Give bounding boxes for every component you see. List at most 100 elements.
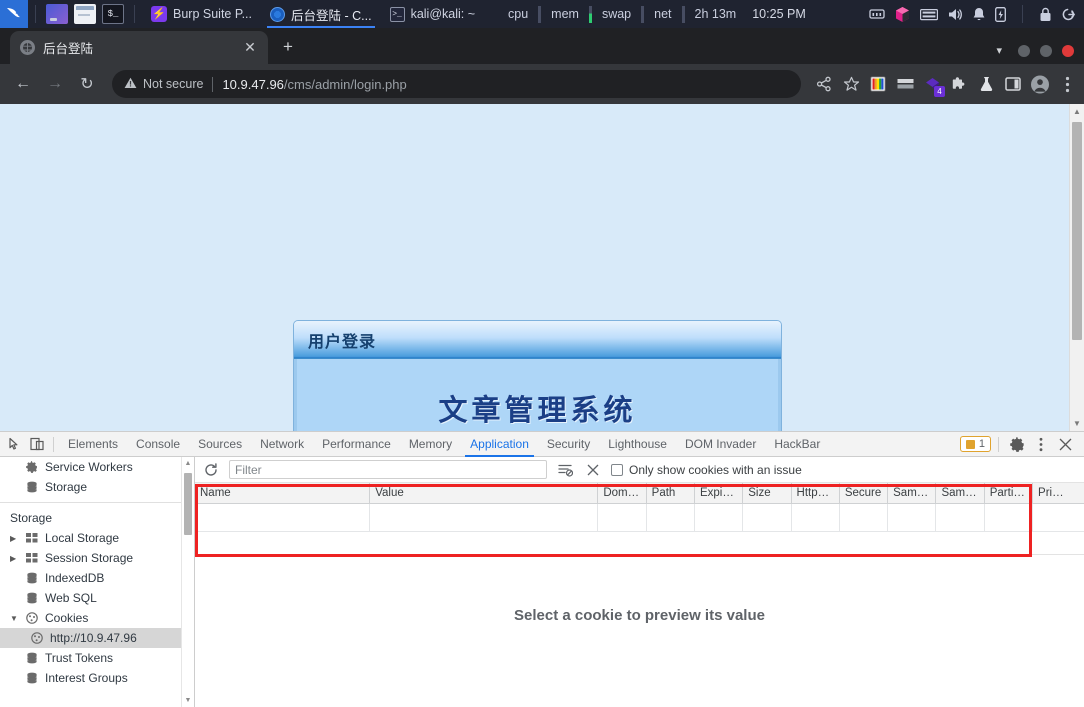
more-options-icon[interactable] [1030,434,1052,455]
database-icon [25,672,39,684]
sidebar-item-interest-groups[interactable]: Interest Groups [0,668,194,688]
scroll-up-arrow[interactable]: ▲ [182,457,194,470]
sidebar-item-cookie-origin[interactable]: http://10.9.47.96 [0,628,194,648]
flask-extension-icon[interactable] [977,75,995,93]
new-tab-button[interactable]: + [274,33,302,61]
sidebar-item-cookies[interactable]: ▼ Cookies [0,608,194,628]
security-text: Not secure [143,77,204,91]
column-header-size[interactable]: Size [742,483,792,504]
not-secure-indicator[interactable]: Not secure [124,77,203,92]
checkbox-icon[interactable] [611,463,623,476]
scroll-up-arrow[interactable]: ▲ [1070,104,1084,119]
column-header-expires[interactable]: Expi… [694,483,744,504]
puzzle-extension-icon[interactable] [950,75,968,93]
tab-network[interactable]: Network [251,432,313,457]
devtools-divider [53,436,54,452]
refresh-icon[interactable] [201,460,221,480]
warning-triangle-icon [124,77,137,92]
tab-security[interactable]: Security [538,432,599,457]
clear-filter-icon[interactable] [583,460,603,480]
colorpicker-extension-icon[interactable] [869,75,887,93]
column-header-value[interactable]: Value [369,483,599,504]
tab-lighthouse[interactable]: Lighthouse [599,432,676,457]
tab-sources[interactable]: Sources [189,432,251,457]
network-icon[interactable] [869,7,885,21]
sidebar-scrollbar[interactable]: ▲ ▼ [181,457,194,707]
kali-menu-button[interactable] [0,0,28,28]
scroll-thumb[interactable] [184,473,192,535]
maximize-button[interactable] [1040,44,1052,57]
taskbar-window-burp[interactable]: ⚡ Burp Suite P... [142,0,261,28]
kebab-menu-icon[interactable] [1058,75,1076,93]
battery-icon[interactable] [995,6,1006,22]
taskbar-window-chrome[interactable]: 后台登陆 - C... [261,0,381,28]
minimize-button[interactable] [1018,44,1030,57]
chevron-right-icon[interactable]: ▶ [10,554,19,563]
vpn-cube-icon[interactable] [894,6,911,23]
sidepanel-icon[interactable] [1004,75,1022,93]
scroll-down-arrow[interactable]: ▼ [182,694,194,707]
close-window-button[interactable] [1062,44,1074,57]
browser-tab[interactable]: 后台登陆 ✕ [10,31,268,64]
inspect-element-icon[interactable] [4,434,26,455]
only-show-issues-toggle[interactable]: Only show cookies with an issue [611,463,802,477]
volume-icon[interactable] [947,7,963,22]
column-header-name[interactable]: Name [195,483,371,504]
tab-hackbar[interactable]: HackBar [765,432,829,457]
delete-all-cookies-icon[interactable] [555,460,575,480]
column-header-samesite[interactable]: Sam… [887,483,937,504]
chevron-down-icon[interactable]: ▼ [10,614,19,623]
notification-bell-icon[interactable] [972,7,986,22]
sidebar-item-indexeddb[interactable]: IndexedDB [0,568,194,588]
column-header-httponly[interactable]: Http… [791,483,840,504]
sidebar-item-web-sql[interactable]: Web SQL [0,588,194,608]
sidebar-item-storage-top[interactable]: Storage [0,477,194,497]
wappalyzer-extension-icon[interactable] [896,75,914,93]
tab-elements[interactable]: Elements [59,432,127,457]
tab-console[interactable]: Console [127,432,189,457]
folder-icon[interactable] [74,4,96,24]
files-icon[interactable] [46,4,68,24]
tab-dom-invader[interactable]: DOM Invader [676,432,765,457]
toolbar-icons: 4 [811,75,1076,97]
sidebar-item-session-storage[interactable]: ▶ Session Storage [0,548,194,568]
sidebar-item-service-workers[interactable]: Service Workers [0,457,194,477]
back-button[interactable]: ← [8,69,38,99]
column-header-path[interactable]: Path [646,483,695,504]
chevron-down-icon[interactable]: ▾ [996,44,1002,57]
settings-gear-icon[interactable] [1006,434,1028,455]
close-devtools-icon[interactable] [1054,434,1076,455]
column-header-sameparty[interactable]: Sam… [935,483,985,504]
address-bar[interactable]: Not secure 10.9.47.96/cms/admin/login.ph… [112,70,801,98]
tab-application[interactable]: Application [461,432,538,457]
taskbar-window-terminal[interactable]: >_ kali@kali: ~ [381,0,484,28]
bookmark-star-icon[interactable] [842,75,860,93]
tab-memory[interactable]: Memory [400,432,461,457]
tab-performance[interactable]: Performance [313,432,400,457]
keyboard-icon[interactable] [920,8,938,21]
close-tab-button[interactable]: ✕ [242,39,258,56]
column-header-secure[interactable]: Secure [839,483,889,504]
profile-avatar-icon[interactable] [1031,75,1049,93]
column-header-partition[interactable]: Parti… [984,483,1034,504]
extension-badge: 4 [934,86,945,97]
column-header-priority[interactable]: Pri… [1032,483,1084,504]
scroll-thumb[interactable] [1072,122,1082,340]
terminal-icon[interactable]: $_ [102,4,124,24]
table-row[interactable] [195,503,1084,532]
power-icon[interactable] [1061,7,1076,22]
hackbar-extension-icon[interactable]: 4 [923,75,945,97]
filter-input[interactable]: Filter [229,460,547,479]
page-scrollbar[interactable]: ▲ ▼ [1069,104,1084,431]
scroll-down-arrow[interactable]: ▼ [1070,416,1084,431]
forward-button[interactable]: → [40,69,70,99]
device-toolbar-icon[interactable] [26,434,48,455]
sidebar-item-trust-tokens[interactable]: Trust Tokens [0,648,194,668]
share-icon[interactable] [815,75,833,93]
reload-button[interactable]: ↻ [72,69,102,99]
warning-badge[interactable]: 1 [959,436,991,452]
lock-icon[interactable] [1039,7,1052,22]
chevron-right-icon[interactable]: ▶ [10,534,19,543]
sidebar-item-local-storage[interactable]: ▶ Local Storage [0,528,194,548]
column-header-domain[interactable]: Dom… [597,483,647,504]
